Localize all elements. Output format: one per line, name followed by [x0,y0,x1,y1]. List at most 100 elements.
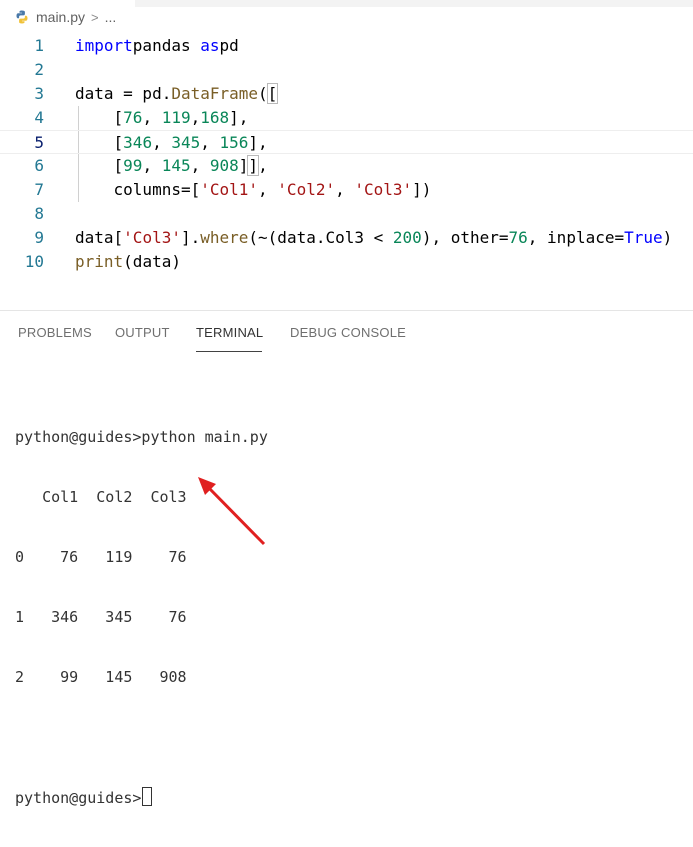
code-token: , [142,108,162,127]
code-token: , [152,133,172,152]
line-number: 4 [34,108,44,127]
code-line[interactable]: 6 [99, 145, 908]], [0,154,693,178]
terminal-line: 0 76 119 76 [15,548,187,566]
tab-output[interactable]: OUTPUT [115,325,170,340]
code-text: [76, 119,168], [75,106,249,130]
code-line[interactable]: 7 columns=['Col1', 'Col2', 'Col3']) [0,178,693,202]
code-line[interactable]: 3 data = pd.DataFrame([ [0,82,693,106]
code-text: [346, 345, 156], [75,131,268,155]
code-token: 168 [200,108,230,127]
code-token: True [624,228,663,247]
code-token: where [200,228,249,247]
chevron-right-icon: > [91,9,99,25]
code-line[interactable]: 4 [76, 119,168], [0,106,693,130]
code-token: 145 [161,156,191,175]
breadcrumb-more[interactable]: ... [105,9,117,25]
code-line[interactable]: 2 [0,58,693,82]
code-token: DataFrame [171,84,259,103]
code-token: , [258,180,278,199]
line-number: 8 [34,204,44,223]
terminal-output[interactable]: python@guides>python main.py Col1 Col2 C… [15,387,268,847]
code-token: [ [75,133,124,152]
code-token: 99 [123,156,143,175]
code-token: , [190,156,210,175]
terminal-prompt: python@guides> [15,789,142,807]
code-token: (data) [123,252,181,271]
code-token: 76 [508,228,528,247]
line-number: 1 [34,36,44,55]
code-line[interactable]: 5 [346, 345, 156], [0,130,693,154]
python-file-icon [16,10,28,24]
code-token: ]) [412,180,432,199]
tab-debug-console[interactable]: DEBUG CONSOLE [290,325,406,340]
line-number: 6 [34,156,44,175]
code-token: import [75,36,133,55]
code-token: ]. [180,228,201,247]
terminal-line: 1 346 345 76 [15,608,187,626]
code-token: 346 [123,133,153,152]
terminal-cursor [142,787,153,806]
code-token: 'Col3' [123,228,181,247]
code-line[interactable]: 1 importpandas aspd [0,34,693,58]
code-token: 908 [209,156,239,175]
code-line[interactable]: 9 data['Col3'].where(~(data.Col3 < 200), … [0,226,693,250]
code-token: 'Col3' [354,180,413,199]
code-token: , [258,156,268,175]
tab-problems[interactable]: PROBLEMS [18,325,92,340]
code-text: columns=['Col1', 'Col2', 'Col3']) [75,178,432,202]
code-token: , [200,133,220,152]
code-token: ), other= [421,228,509,247]
code-token: ( [258,84,268,103]
code-token: ], [248,133,268,152]
code-token: [ [75,156,124,175]
line-number: 7 [34,180,44,199]
code-token: 200 [392,228,422,247]
annotation-arrow-icon [198,477,266,546]
code-token: 345 [171,133,201,152]
breadcrumb: main.py > ... [0,0,693,34]
code-editor[interactable]: 1 importpandas aspd 2 3 data = pd.DataFrame(… [0,34,693,284]
code-text: data = pd.DataFrame([ [75,82,279,106]
line-number: 10 [24,252,44,271]
code-token: 'Col2' [277,180,336,199]
code-line[interactable]: 8 [0,202,693,226]
code-token: print [75,252,124,271]
code-token: (~(data.Col3 < [248,228,393,247]
line-number: 5 [34,133,44,152]
active-tab-indicator [196,351,262,352]
tab-terminal[interactable]: TERMINAL [196,325,263,340]
code-token: data[ [75,228,124,247]
code-token: pd [219,36,239,55]
code-text: data['Col3'].where(~(data.Col3 < 200), o… [75,226,672,250]
code-token: [ [75,108,124,127]
code-token: data = pd. [75,84,172,103]
panel-tabs: PROBLEMS OUTPUT TERMINAL DEBUG CONSOLE [0,311,693,355]
terminal-prompt-line[interactable]: python@guides> [15,787,268,807]
code-token: as [200,36,220,55]
code-token: 76 [123,108,143,127]
code-token: , [190,108,201,127]
code-token: ) [662,228,673,247]
line-number: 9 [34,228,44,247]
code-token: , [335,180,355,199]
terminal-line: 2 99 145 908 [15,668,187,686]
line-number: 2 [34,60,44,79]
bottom-panel: PROBLEMS OUTPUT TERMINAL DEBUG CONSOLE p… [0,310,693,807]
code-token: columns=[ [75,180,201,199]
code-token: ] [247,155,260,176]
code-token: 'Col1' [200,180,259,199]
code-text: print(data) [75,250,181,274]
code-text: [99, 145, 908]], [75,154,268,178]
code-text: importpandas aspd [75,34,239,58]
code-token: , [142,156,162,175]
code-token: 156 [219,133,249,152]
terminal-line: python@guides>python main.py [15,428,268,446]
code-token: ], [229,108,249,127]
code-token: 119 [161,108,191,127]
breadcrumb-file[interactable]: main.py [36,9,85,25]
line-number: 3 [34,84,44,103]
code-token: pandas [132,36,201,55]
code-token: ] [238,156,249,175]
code-line[interactable]: 10 print(data) [0,250,693,274]
